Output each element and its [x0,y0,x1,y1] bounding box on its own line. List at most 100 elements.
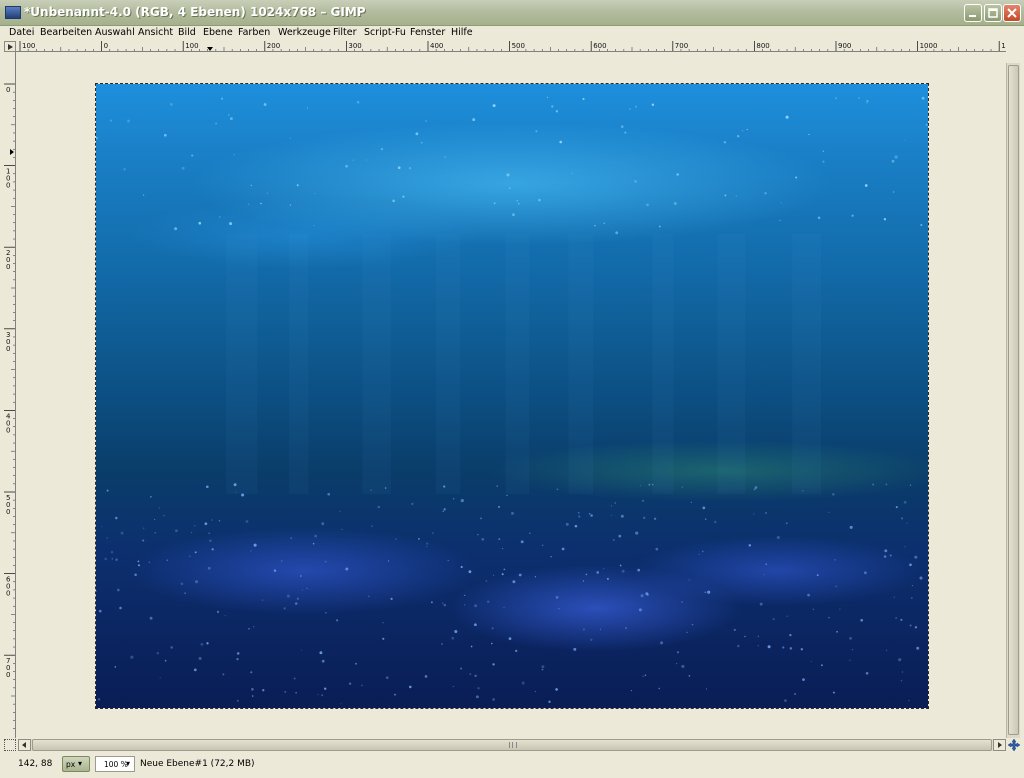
arrow-left-icon [22,742,26,748]
menu-bild[interactable]: Bild [178,27,196,38]
water-sparkle [447,559,449,562]
chevron-down-icon: ▾ [78,759,83,768]
water-sparkle [169,102,173,106]
water-sparkle [794,692,797,695]
water-sparkle [408,167,412,170]
unit-selector[interactable]: px ▾ [62,756,90,772]
close-button[interactable] [1003,4,1021,22]
vertical-scroll-thumb[interactable] [1008,65,1019,735]
vertical-ruler[interactable]: 0100200300400500600700 [4,52,16,738]
water-sparkle [630,690,633,692]
menu-fenster[interactable]: Fenster [410,27,445,38]
status-bar: 142, 88 px ▾ 100 % ▾ Neue Ebene#1 (72,2 … [0,752,1024,778]
water-sparkle [802,678,805,681]
water-sparkle [835,97,837,99]
water-sparkle [324,560,327,563]
water-sparkle [883,218,887,221]
maximize-button[interactable] [984,4,1002,22]
water-sparkle [704,591,707,594]
water-sparkle [321,659,325,663]
water-sparkle [503,568,506,571]
menu-auswahl[interactable]: Auswahl [95,27,135,38]
ruler-label-digit: 0 [6,263,10,271]
menu-ebene[interactable]: Ebene [203,27,233,38]
water-sparkle [354,662,357,665]
water-sparkle [174,227,178,231]
water-sparkle [772,618,775,621]
menu-bearbeiten[interactable]: Bearbeiten [40,27,92,38]
water-sparkle [252,625,255,628]
water-sparkle [142,539,145,542]
water-sparkle [753,488,756,491]
menu-werkzeuge[interactable]: Werkzeuge [278,27,331,38]
pointer-coordinates: 142, 88 [18,759,53,769]
water-sparkle [314,534,318,538]
quick-mask-toggle[interactable] [4,739,16,751]
water-sparkle [368,595,370,597]
water-sparkle [97,698,101,701]
water-sparkle [312,542,315,545]
water-sparkle [306,107,308,109]
water-sparkle [925,123,928,126]
water-sparkle [573,647,577,651]
water-sparkle [779,219,781,222]
canvas-image[interactable] [95,83,929,709]
water-sparkle [765,512,767,514]
water-sparkle [555,596,559,599]
water-sparkle [106,489,109,492]
water-sparkle [767,645,771,649]
menu-ansicht[interactable]: Ansicht [138,27,173,38]
horizontal-scrollbar[interactable] [18,739,1006,751]
water-sparkle [588,512,591,515]
water-sparkle [909,563,912,567]
water-sparkle [294,602,298,605]
menu-datei[interactable]: Datei [9,27,34,38]
water-sparkle [313,224,315,227]
water-sparkle [578,515,581,518]
menu-filter[interactable]: Filter [333,27,357,38]
water-sparkle [115,558,118,561]
water-sparkle [194,551,197,554]
horizontal-scroll-thumb[interactable] [32,739,992,751]
water-sparkle [828,511,830,514]
water-sparkle [120,531,124,535]
water-sparkle [658,225,661,228]
water-sparkle [137,560,140,563]
horizontal-ruler[interactable]: 100010020030040050060070080090010001100 [16,41,1006,52]
water-sparkle [920,223,923,227]
water-sparkle [835,585,838,588]
water-sparkle [301,589,303,591]
water-sparkle [280,560,283,562]
water-sparkle [96,590,98,593]
water-sparkle [675,662,678,665]
water-sparkle [851,214,854,217]
water-sparkle [123,168,126,171]
water-sparkle [236,699,239,702]
navigate-cross-arrows-icon [1007,738,1021,752]
water-sparkle [130,655,134,659]
water-sparkle [639,485,642,487]
menu-hilfe[interactable]: Hilfe [451,27,473,38]
water-sparkle [469,673,472,676]
zoom-selector[interactable]: 100 % ▾ [95,756,135,772]
water-sparkle [571,172,573,174]
menu-farben[interactable]: Farben [238,27,270,38]
title-bar[interactable]: *Unbenannt-4.0 (RGB, 4 Ebenen) 1024x768 … [0,0,1024,26]
vertical-scrollbar[interactable] [1006,63,1020,738]
image-menu-button[interactable] [4,41,16,52]
menu-bar: Datei Bearbeiten Auswahl Ansicht Bild Eb… [0,26,1024,40]
water-sparkle [892,191,895,193]
scroll-left-button[interactable] [18,739,31,751]
menu-script-fu[interactable]: Script-Fu [364,27,406,38]
triangle-right-icon [8,44,13,50]
navigate-button[interactable] [1006,738,1022,752]
water-sparkle [273,569,277,572]
water-sparkle [263,103,267,106]
water-sparkle [551,105,554,108]
scroll-right-button[interactable] [993,739,1006,751]
water-sparkle [317,693,319,695]
water-sparkle [548,700,551,703]
minimize-button[interactable] [964,4,982,22]
water-sparkle [640,594,644,598]
water-sparkle [634,179,638,183]
